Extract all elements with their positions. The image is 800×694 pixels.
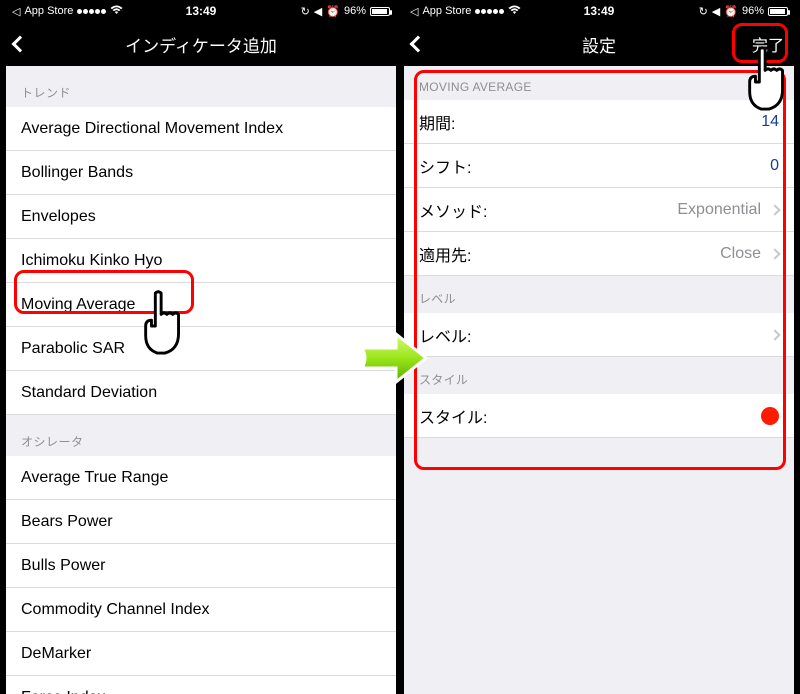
chevron-right-icon xyxy=(769,204,780,215)
arrow-right-icon xyxy=(358,330,430,386)
setting-method[interactable]: メソッド: Exponential xyxy=(404,188,794,232)
list-item[interactable]: Envelopes xyxy=(6,195,396,239)
back-button[interactable] xyxy=(412,22,424,66)
list-item[interactable]: Parabolic SAR xyxy=(6,327,396,371)
list-item-label: Commodity Channel Index xyxy=(21,601,381,619)
list-item[interactable]: Bollinger Bands xyxy=(6,151,396,195)
alarm-icon: ⏰ xyxy=(724,5,738,18)
section-header-style: スタイル xyxy=(404,357,794,394)
status-time: 13:49 xyxy=(584,4,615,18)
status-carrier: App Store xyxy=(422,5,471,17)
location-icon: ◀ xyxy=(712,5,720,18)
section-header-ma: MOVING AVERAGE xyxy=(404,66,794,100)
list-item-label: Moving Average xyxy=(21,296,381,314)
back-button[interactable] xyxy=(14,22,26,66)
color-swatch xyxy=(761,407,779,425)
location-icon: ◀ xyxy=(314,5,322,18)
list-item-moving-average[interactable]: Moving Average xyxy=(6,283,396,327)
signal-dots xyxy=(77,9,106,14)
wifi-icon xyxy=(110,5,123,18)
list-item-label: Bears Power xyxy=(21,513,381,531)
list-item[interactable]: Standard Deviation xyxy=(6,371,396,415)
setting-style[interactable]: スタイル: xyxy=(404,394,794,438)
list-item[interactable]: Ichimoku Kinko Hyo xyxy=(6,239,396,283)
list-item-label: Bollinger Bands xyxy=(21,164,381,182)
chevron-left-icon xyxy=(410,36,427,53)
status-bar: ◁ App Store 13:49 ↻ ◀ ⏰ 96% xyxy=(404,0,794,22)
setting-label: メソッド: xyxy=(419,198,677,222)
list-item-label: Parabolic SAR xyxy=(21,340,381,358)
list-item[interactable]: Force Index xyxy=(6,676,396,694)
setting-label: シフト: xyxy=(419,154,770,178)
chevron-left-icon xyxy=(12,36,29,53)
battery-icon xyxy=(768,7,788,16)
status-time: 13:49 xyxy=(186,4,217,18)
setting-label: 期間: xyxy=(419,110,761,134)
list-item[interactable]: Bears Power xyxy=(6,500,396,544)
setting-label: 適用先: xyxy=(419,242,720,266)
nav-title: 設定 xyxy=(582,32,616,57)
chevron-right-icon xyxy=(769,329,780,340)
battery-pct: 96% xyxy=(742,5,764,17)
list-left: トレンド Average Directional Movement Index … xyxy=(6,66,396,694)
refresh-icon: ↻ xyxy=(699,5,708,18)
list-item-label: Ichimoku Kinko Hyo xyxy=(21,252,381,270)
nav-bar: 設定 完了 xyxy=(404,22,794,66)
done-button[interactable]: 完了 xyxy=(752,22,784,66)
section-header-oscillator: オシレータ xyxy=(6,415,396,456)
list-item-label: Envelopes xyxy=(21,208,381,226)
setting-label: レベル: xyxy=(419,323,761,347)
status-carrier: App Store xyxy=(24,5,73,17)
right-phone: ◁ App Store 13:49 ↻ ◀ ⏰ 96% 設定 完了 MOVING… xyxy=(404,0,794,694)
battery-pct: 96% xyxy=(344,5,366,17)
signal-dots xyxy=(475,9,504,14)
list-item[interactable]: Commodity Channel Index xyxy=(6,588,396,632)
list-item-label: Bulls Power xyxy=(21,557,381,575)
nav-bar: インディケータ追加 xyxy=(6,22,396,66)
list-item-label: DeMarker xyxy=(21,645,381,663)
left-phone: ◁ App Store 13:49 ↻ ◀ ⏰ 96% インディケータ追加 トレ… xyxy=(6,0,396,694)
battery-icon xyxy=(370,7,390,16)
list-item[interactable]: Average Directional Movement Index xyxy=(6,107,396,151)
setting-value: 14 xyxy=(761,113,779,131)
done-label: 完了 xyxy=(752,32,784,56)
status-bar: ◁ App Store 13:49 ↻ ◀ ⏰ 96% xyxy=(6,0,396,22)
list-item[interactable]: Bulls Power xyxy=(6,544,396,588)
section-header-trend: トレンド xyxy=(6,66,396,107)
setting-label: スタイル: xyxy=(419,404,761,428)
wifi-icon xyxy=(508,5,521,18)
list-item[interactable]: Average True Range xyxy=(6,456,396,500)
list-item-label: Force Index xyxy=(21,689,381,694)
list-item-label: Average True Range xyxy=(21,469,381,487)
setting-level[interactable]: レベル: xyxy=(404,313,794,357)
nav-title: インディケータ追加 xyxy=(125,32,277,57)
setting-shift[interactable]: シフト: 0 xyxy=(404,144,794,188)
back-to-appstore[interactable]: ◁ xyxy=(12,5,20,18)
settings-list: MOVING AVERAGE 期間: 14 シフト: 0 メソッド: Expon… xyxy=(404,66,794,438)
list-item-label: Average Directional Movement Index xyxy=(21,120,381,138)
chevron-right-icon xyxy=(769,248,780,259)
setting-apply[interactable]: 適用先: Close xyxy=(404,232,794,276)
setting-value: Close xyxy=(720,245,761,263)
setting-value: Exponential xyxy=(677,201,761,219)
back-to-appstore[interactable]: ◁ xyxy=(410,5,418,18)
section-header-level: レベル xyxy=(404,276,794,313)
refresh-icon: ↻ xyxy=(301,5,310,18)
setting-period[interactable]: 期間: 14 xyxy=(404,100,794,144)
setting-value: 0 xyxy=(770,157,779,175)
list-item-label: Standard Deviation xyxy=(21,384,381,402)
list-item[interactable]: DeMarker xyxy=(6,632,396,676)
alarm-icon: ⏰ xyxy=(326,5,340,18)
